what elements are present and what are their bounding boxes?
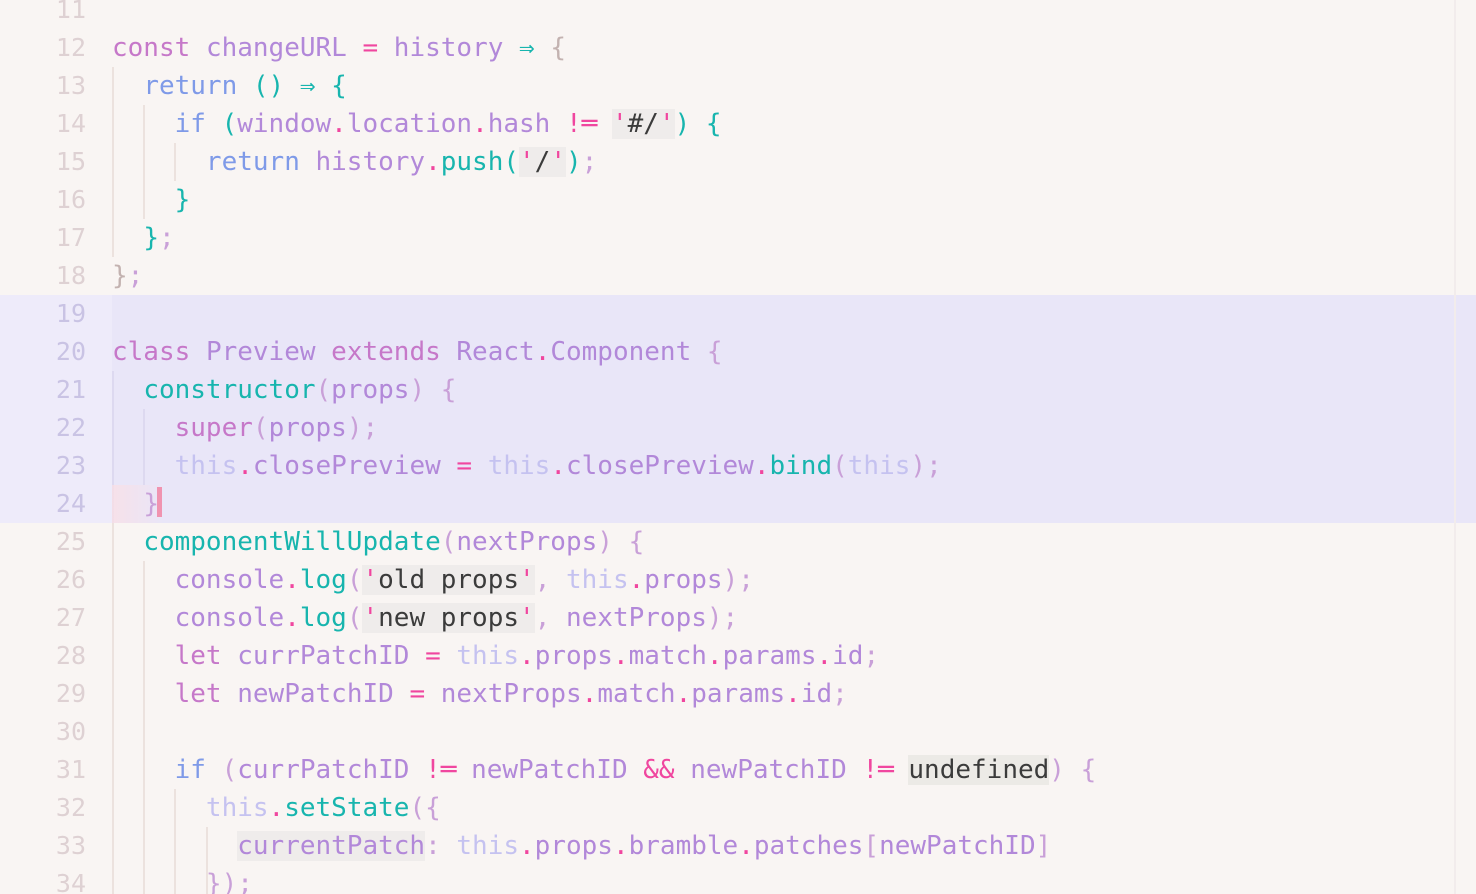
line-number[interactable]: 34	[0, 865, 112, 894]
text-cursor	[156, 487, 162, 517]
code-lines-container[interactable]: 11 12 const changeURL = history ⇒ {13 retu…	[0, 0, 1476, 894]
line-number[interactable]: 32	[0, 789, 112, 827]
code-line[interactable]: 31 if (currPatchID !═ newPatchID && newP…	[0, 751, 1476, 789]
code-line[interactable]: 30	[0, 713, 1476, 751]
line-number[interactable]: 29	[0, 675, 112, 713]
line-number[interactable]: 24	[0, 485, 112, 523]
line-number[interactable]: 31	[0, 751, 112, 789]
code-text[interactable]: this.setState({	[112, 789, 441, 827]
code-text[interactable]: console.log('new props', nextProps);	[112, 599, 738, 637]
code-text[interactable]: };	[112, 257, 143, 295]
line-number[interactable]: 33	[0, 827, 112, 865]
code-line[interactable]: 17 };	[0, 219, 1476, 257]
code-line[interactable]: 29 let newPatchID = nextProps.match.para…	[0, 675, 1476, 713]
line-number[interactable]: 13	[0, 67, 112, 105]
not-equal-operator: !═	[862, 755, 893, 785]
code-line[interactable]: 13 return () ⇒ {	[0, 67, 1476, 105]
code-text[interactable]: };	[112, 219, 174, 257]
line-number[interactable]: 26	[0, 561, 112, 599]
code-text[interactable]: });	[112, 865, 253, 894]
code-line[interactable]: 28 let currPatchID = this.props.match.pa…	[0, 637, 1476, 675]
code-line[interactable]: 25 componentWillUpdate(nextProps) {	[0, 523, 1476, 561]
code-line[interactable]: 23 this.closePreview = this.closePreview…	[0, 447, 1476, 485]
code-line[interactable]: 20 class Preview extends React.Component …	[0, 333, 1476, 371]
line-number[interactable]: 30	[0, 713, 112, 751]
code-line[interactable]: 22 super(props);	[0, 409, 1476, 447]
line-number[interactable]: 12	[0, 29, 112, 67]
indent-guide	[143, 713, 146, 751]
code-line[interactable]: 26 console.log('old props', this.props);	[0, 561, 1476, 599]
code-line[interactable]: 16 }	[0, 181, 1476, 219]
code-text[interactable]: currentPatch: this.props.bramble.patches…	[112, 827, 1051, 865]
line-number[interactable]: 19	[0, 295, 112, 333]
code-line[interactable]: 11	[0, 0, 1476, 29]
indent-guide	[112, 713, 114, 751]
code-text[interactable]: }	[112, 485, 162, 523]
code-editor[interactable]: 11 12 const changeURL = history ⇒ {13 retu…	[0, 0, 1476, 894]
line-number[interactable]: 14	[0, 105, 112, 143]
not-equal-operator: !═	[425, 755, 456, 785]
code-text[interactable]: super(props);	[112, 409, 379, 447]
code-text[interactable]: componentWillUpdate(nextProps) {	[112, 523, 644, 561]
code-line[interactable]: 19	[0, 295, 1476, 333]
arrow-function-token: ⇒	[519, 33, 535, 63]
code-line[interactable]: 14 if (window.location.hash !═ '#/') {	[0, 105, 1476, 143]
code-text[interactable]: return () ⇒ {	[112, 67, 347, 105]
line-number[interactable]: 15	[0, 143, 112, 181]
code-line[interactable]: 34 });	[0, 865, 1476, 894]
line-number[interactable]: 18	[0, 257, 112, 295]
line-number[interactable]: 17	[0, 219, 112, 257]
code-line[interactable]: 24 }	[0, 485, 1476, 523]
code-text[interactable]: const changeURL = history ⇒ {	[112, 29, 566, 67]
code-text[interactable]: return history.push('/');	[112, 143, 597, 181]
line-number[interactable]: 20	[0, 333, 112, 371]
code-line[interactable]: 27 console.log('new props', nextProps);	[0, 599, 1476, 637]
code-text[interactable]: constructor(props) {	[112, 371, 456, 409]
line-number[interactable]: 23	[0, 447, 112, 485]
line-number[interactable]: 16	[0, 181, 112, 219]
line-number[interactable]: 21	[0, 371, 112, 409]
not-equal-operator: !═	[566, 109, 597, 139]
code-line[interactable]: 21 constructor(props) {	[0, 371, 1476, 409]
line-number[interactable]: 28	[0, 637, 112, 675]
line-number[interactable]: 25	[0, 523, 112, 561]
code-line[interactable]: 32 this.setState({	[0, 789, 1476, 827]
code-line[interactable]: 15 return history.push('/');	[0, 143, 1476, 181]
code-line[interactable]: 33 currentPatch: this.props.bramble.patc…	[0, 827, 1476, 865]
arrow-function-token: ⇒	[299, 71, 316, 101]
line-number[interactable]: 11	[0, 0, 112, 29]
code-text[interactable]: }	[112, 181, 191, 219]
line-number[interactable]: 22	[0, 409, 112, 447]
code-line[interactable]: 12 const changeURL = history ⇒ {	[0, 29, 1476, 67]
code-text[interactable]: console.log('old props', this.props);	[112, 561, 754, 599]
line-number[interactable]: 27	[0, 599, 112, 637]
code-text[interactable]: if (window.location.hash !═ '#/') {	[112, 105, 722, 143]
code-text[interactable]: let currPatchID = this.props.match.param…	[112, 637, 879, 675]
code-line[interactable]: 18};	[0, 257, 1476, 295]
code-text[interactable]: class Preview extends React.Component {	[112, 333, 723, 371]
code-text[interactable]: let newPatchID = nextProps.match.params.…	[112, 675, 848, 713]
code-text[interactable]: if (currPatchID !═ newPatchID && newPatc…	[112, 751, 1096, 789]
code-text[interactable]: this.closePreview = this.closePreview.bi…	[112, 447, 942, 485]
